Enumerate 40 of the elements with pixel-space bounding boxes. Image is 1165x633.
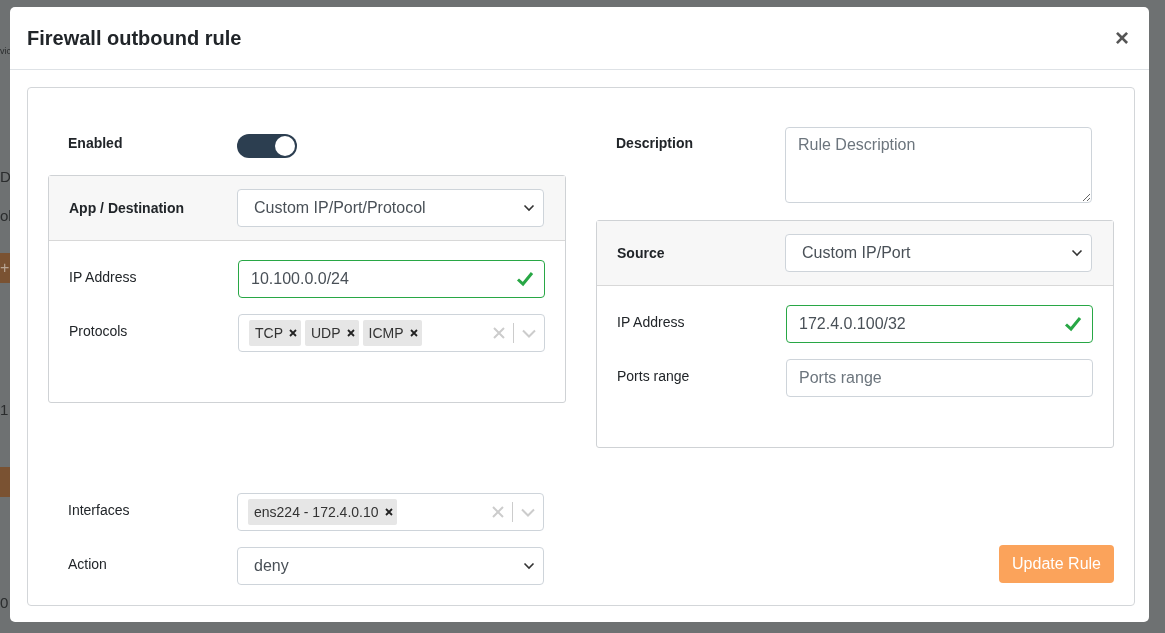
remove-icon[interactable] — [346, 329, 355, 337]
field-label: Ports range — [617, 367, 691, 384]
ports-range-field[interactable]: Ports range — [786, 359, 1093, 397]
background-text: 1 — [0, 401, 9, 418]
checkmark-icon — [516, 271, 534, 287]
field-label: Description — [616, 134, 694, 151]
tag-label: UDP — [311, 325, 341, 341]
remove-icon[interactable] — [409, 329, 418, 337]
background-text: vic — [0, 46, 10, 56]
tag-label: ens224 - 172.4.0.10 — [254, 504, 379, 520]
background-text: D — [0, 168, 10, 185]
enabled-toggle[interactable] — [237, 134, 297, 158]
ip-address-field[interactable]: 10.100.0.0/24 — [238, 260, 545, 298]
background-text: 0 — [0, 594, 9, 611]
multi-select-field[interactable]: TCP UDP ICMP — [238, 314, 545, 352]
multi-select-field[interactable]: ens224 - 172.4.0.10 — [237, 493, 544, 531]
chevron-down-icon — [1071, 249, 1083, 257]
field-label: Action — [68, 555, 108, 572]
tag-label: TCP — [255, 325, 283, 341]
background-text: ol — [0, 207, 10, 224]
select-field[interactable]: Custom IP/Port — [785, 234, 1092, 272]
remove-icon[interactable] — [384, 508, 393, 516]
field-label: IP Address — [69, 268, 138, 285]
tag-label: ICMP — [368, 325, 404, 341]
remove-icon[interactable] — [289, 329, 297, 337]
chevron-down-icon — [523, 562, 535, 570]
field-label: Protocols — [69, 322, 129, 339]
close-button[interactable]: × — [1111, 26, 1133, 50]
field-label: IP Address — [617, 313, 686, 330]
ip-address-field[interactable]: 172.4.0.100/32 — [786, 305, 1093, 343]
description-field[interactable]: Rule Description — [785, 127, 1092, 203]
panel-title: Source — [617, 245, 666, 261]
select-field[interactable]: Custom IP/Port/Protocol — [237, 189, 544, 227]
checkmark-icon — [1064, 316, 1082, 332]
chevron-down-icon — [523, 204, 535, 212]
field-label: Interfaces — [68, 501, 131, 518]
field-label: Enabled — [68, 134, 124, 151]
select-field[interactable]: deny — [237, 547, 544, 585]
modal-title: Firewall outbound rule — [27, 26, 242, 50]
panel-title: App / Destination — [69, 200, 186, 216]
